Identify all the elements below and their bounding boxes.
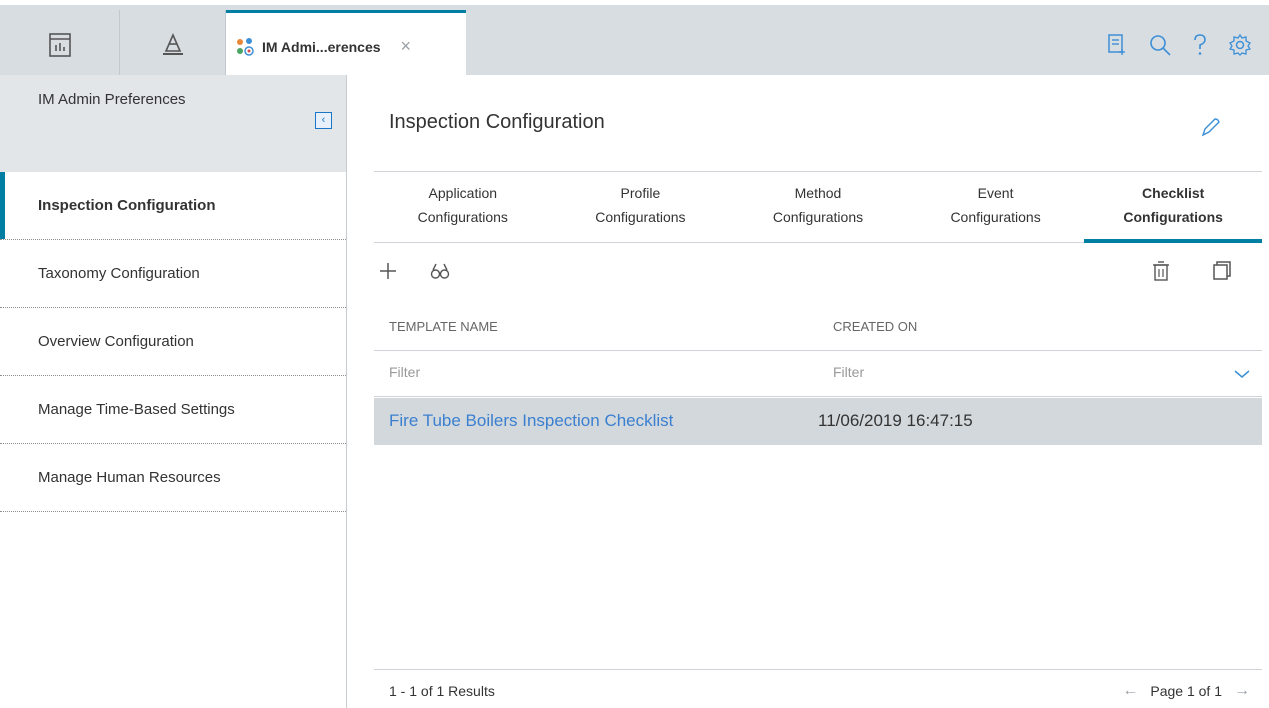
template-name-filter-input[interactable]: Filter	[389, 364, 420, 380]
dashboard-tab[interactable]	[0, 10, 120, 80]
divider	[374, 171, 1262, 172]
edit-icon[interactable]	[1199, 117, 1221, 144]
tab-checklist-configurations[interactable]: Checklist Configurations	[1084, 177, 1262, 243]
tab-label-line1: Checklist	[1142, 185, 1205, 201]
grid-filter-row: Filter Filter	[374, 352, 1262, 397]
sidebar-title: IM Admin Preferences	[38, 91, 186, 108]
main-content: Inspection Configuration Application Con…	[347, 75, 1269, 708]
collapse-sidebar-button[interactable]: ‹	[315, 112, 332, 129]
results-count: 1 - 1 of 1 Results	[389, 683, 495, 699]
binoculars-icon[interactable]	[430, 261, 450, 281]
global-actions	[1107, 10, 1251, 80]
tab-label-line2: Configurations	[1123, 209, 1223, 225]
dashboard-icon	[48, 33, 71, 57]
sidebar-item-label: Overview Configuration	[38, 333, 194, 350]
tab-label-line2: Configurations	[772, 209, 864, 225]
tab-label-line2: Configurations	[950, 209, 1041, 225]
top-tab-bar: IM Admi...erences ×	[0, 0, 1269, 80]
tab-label-line1: Profile	[620, 185, 661, 201]
column-header-template-name[interactable]: TEMPLATE NAME	[389, 319, 498, 334]
tab-label-line1: Event	[977, 185, 1014, 201]
tab-label-line1: Method	[794, 185, 842, 201]
asset-hierarchy-tab[interactable]	[120, 10, 226, 80]
sidebar-item-label: Manage Human Resources	[38, 469, 221, 486]
notes-icon[interactable]	[1107, 34, 1127, 56]
close-icon[interactable]: ×	[401, 36, 412, 57]
tab-method-configurations[interactable]: Method Configurations	[729, 177, 907, 242]
sidebar-item-overview-configuration[interactable]: Overview Configuration	[0, 308, 346, 376]
previous-page-icon[interactable]: ←	[1122, 682, 1138, 700]
tab-application-configurations[interactable]: Application Configurations	[374, 177, 552, 242]
tab-profile-configurations[interactable]: Profile Configurations	[552, 177, 730, 242]
sidebar-item-label: Inspection Configuration	[38, 197, 216, 214]
tab-im-admin-preferences[interactable]: IM Admi...erences ×	[226, 10, 466, 80]
asset-hierarchy-icon	[162, 33, 183, 55]
search-icon[interactable]	[1149, 34, 1171, 56]
tab-event-configurations[interactable]: Event Configurations	[907, 177, 1085, 242]
copy-icon[interactable]	[1212, 261, 1232, 281]
grid-header: TEMPLATE NAME CREATED ON	[374, 313, 1262, 351]
preferences-icon	[237, 37, 254, 56]
tab-label-line2: Configurations	[417, 209, 508, 225]
sidebar-header: IM Admin Preferences ‹	[0, 75, 346, 172]
next-page-icon[interactable]: →	[1234, 682, 1250, 700]
config-tabs: Application Configurations Profile Confi…	[374, 177, 1262, 243]
delete-icon[interactable]	[1152, 261, 1170, 281]
sidebar-item-manage-time-based-settings[interactable]: Manage Time-Based Settings	[0, 376, 346, 444]
grid-footer: 1 - 1 of 1 Results ← Page 1 of 1 →	[374, 669, 1262, 708]
grid-toolbar	[374, 253, 1262, 297]
tab-title: IM Admi...erences	[262, 38, 381, 55]
created-on-cell: 11/06/2019 16:47:15	[818, 411, 973, 430]
help-icon[interactable]	[1193, 34, 1207, 56]
template-name-link[interactable]: Fire Tube Boilers Inspection Checklist	[389, 411, 673, 431]
tab-label-line2: Configurations	[595, 209, 686, 225]
sidebar: IM Admin Preferences ‹ Inspection Config…	[0, 75, 347, 708]
add-icon[interactable]	[378, 261, 398, 281]
page-title: Inspection Configuration	[389, 111, 605, 133]
column-header-created-on[interactable]: CREATED ON	[833, 319, 917, 334]
tab-label-line1: Application	[428, 185, 498, 201]
sidebar-item-inspection-configuration[interactable]: Inspection Configuration	[0, 172, 346, 240]
sidebar-item-label: Manage Time-Based Settings	[38, 401, 235, 418]
table-row[interactable]: Fire Tube Boilers Inspection Checklist 1…	[374, 398, 1262, 445]
pagination: ← Page 1 of 1 →	[1122, 682, 1250, 700]
page-indicator: Page 1 of 1	[1150, 683, 1222, 699]
sidebar-item-taxonomy-configuration[interactable]: Taxonomy Configuration	[0, 240, 346, 308]
created-on-filter-input[interactable]: Filter	[833, 364, 864, 380]
sidebar-item-manage-human-resources[interactable]: Manage Human Resources	[0, 444, 346, 512]
settings-icon[interactable]	[1229, 34, 1251, 56]
sidebar-item-label: Taxonomy Configuration	[38, 265, 200, 282]
chevron-down-icon[interactable]	[1234, 366, 1250, 382]
